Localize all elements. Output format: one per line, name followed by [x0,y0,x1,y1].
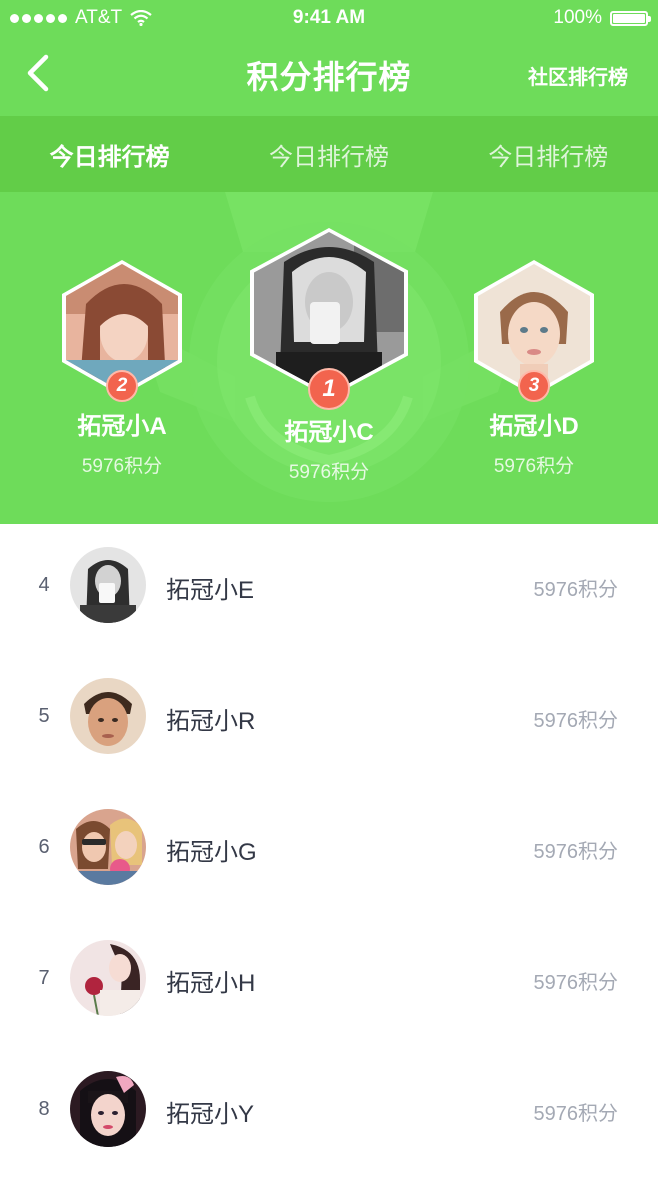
tab-today-1[interactable]: 今日排行榜 [0,116,219,192]
list-item-name: 拓冠小E [166,577,255,604]
avatar [70,678,146,754]
status-bar: AT&T 9:41 AM 100% [0,0,658,36]
list-item-score: 5976积分 [533,710,619,732]
chevron-left-icon [27,54,49,92]
list-item[interactable]: 5 拓冠小R 5976积分 [0,655,658,786]
battery-group: 100% [553,7,651,29]
avatar [70,940,146,1016]
list-item-rank: 7 [38,967,50,989]
list-item-name: 拓冠小R [166,708,256,735]
leaderboard-header: AT&T 9:41 AM 100% 积分排行榜 社区排行榜 今日排行榜 今日排行… [0,0,658,524]
tab-bar: 今日排行榜 今日排行榜 今日排行榜 [0,116,658,192]
podium-third[interactable]: 3 拓冠小D 5976积分 [460,260,608,478]
rank-badge-first: 1 [308,368,350,410]
podium-name-first: 拓冠小C [284,419,374,446]
list-item-score: 5976积分 [533,579,619,601]
tab-today-2[interactable]: 今日排行榜 [219,116,438,192]
list-item-score: 5976积分 [533,972,619,994]
list-item-score: 5976积分 [533,841,619,863]
podium-second[interactable]: 2 拓冠小A 5976积分 [48,260,196,478]
rank-badge-second: 2 [106,370,138,402]
list-item-rank: 6 [38,836,50,858]
list-item-score: 5976积分 [533,1103,619,1125]
list-item-name: 拓冠小Y [166,1101,255,1128]
list-item-rank: 8 [38,1098,50,1120]
battery-percent: 100% [553,7,602,28]
list-item-name: 拓冠小G [166,839,257,866]
list-item[interactable]: 4 拓冠小E 5976积分 [0,524,658,655]
podium-name-second: 拓冠小A [77,413,167,440]
podium-name-third: 拓冠小D [489,413,579,440]
podium-score-second: 5976积分 [81,456,163,477]
list-item-rank: 5 [38,705,50,727]
avatar [70,809,146,885]
list-item-rank: 4 [38,574,50,596]
list-item[interactable]: 8 拓冠小Y 5976积分 [0,1048,658,1179]
podium-score-first: 5976积分 [288,462,370,483]
community-ranking-link[interactable]: 社区排行榜 [528,61,628,90]
list-item[interactable]: 6 拓冠小G 5976积分 [0,786,658,917]
ranking-list: 4 拓冠小E 5976积分 5 拓冠小R 5976积分 6 拓冠小G 5976积… [0,524,658,1179]
podium-first[interactable]: 1 拓冠小C 5976积分 [246,228,412,484]
back-button[interactable] [20,50,60,96]
tab-today-3[interactable]: 今日排行榜 [439,116,658,192]
avatar [70,547,146,623]
podium-score-third: 5976积分 [493,456,575,477]
avatar [70,1071,146,1147]
battery-icon [610,10,651,26]
rank-badge-third: 3 [518,370,550,402]
list-item-name: 拓冠小H [166,970,256,997]
list-item[interactable]: 7 拓冠小H 5976积分 [0,917,658,1048]
